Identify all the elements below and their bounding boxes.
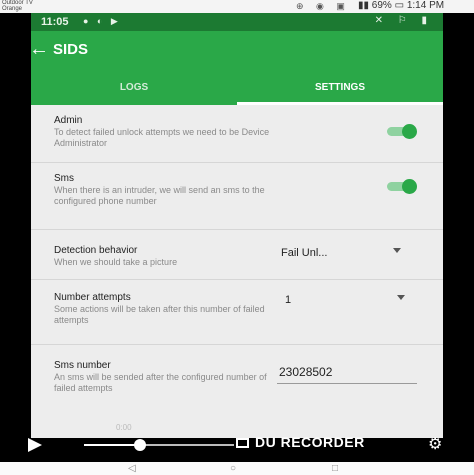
setting-attempts-title: Number attempts — [54, 292, 131, 303]
setting-sms-number-summary: An sms will be sended after the configur… — [54, 372, 267, 393]
setting-detection-summary: When we should take a picture — [54, 257, 178, 267]
setting-sms-title: Sms — [54, 173, 74, 184]
recorder-watermark: DU RECORDER — [236, 434, 365, 450]
seek-progress — [84, 444, 140, 446]
settings-list: Admin To detect failed unlock attempts w… — [31, 105, 443, 438]
setting-admin-title: Admin — [54, 115, 83, 126]
tab-logs[interactable]: LOGS — [31, 71, 237, 105]
phone-clock: 11:05 — [41, 16, 69, 28]
host-status-bar: Outdoor TV Orange ⊕ ◉ ▣ ▮▮ 69% ▭ 1:14 PM — [0, 0, 474, 13]
camera-icon — [236, 438, 249, 448]
gear-icon[interactable]: ⚙ — [428, 434, 442, 454]
setting-sms-number-title: Sms number — [54, 360, 111, 371]
app-bar: ← SIDS — [31, 31, 443, 71]
dropdown-caret-icon — [393, 248, 401, 253]
clock: 1:14 PM — [406, 0, 445, 11]
video-player-bar: DU RECORDER ⚙ — [0, 428, 474, 462]
carrier-label: Outdoor TV Orange — [2, 0, 33, 12]
dropdown-caret-icon — [397, 295, 405, 300]
detection-value: Fail Unl... — [281, 247, 328, 259]
attempts-value: 1 — [285, 294, 292, 306]
tab-bar: LOGS SETTINGS — [31, 71, 443, 105]
admin-toggle-thumb — [402, 124, 417, 139]
notification-icons: ● ◐ ▶ — [83, 16, 121, 26]
back-arrow-icon[interactable]: ← — [31, 39, 49, 59]
setting-detection-title: Detection behavior — [54, 245, 138, 256]
battery-icon: ▭ — [394, 0, 407, 11]
battery-percent: 69% — [371, 0, 392, 11]
setting-sms[interactable]: Sms When there is an intruder, we will s… — [31, 163, 443, 230]
recorder-brand-label: DU RECORDER — [255, 434, 365, 450]
system-icons: ✕ ⚐ ▮ — [374, 15, 433, 26]
setting-detection[interactable]: Detection behavior When we should take a… — [31, 230, 443, 280]
setting-sms-summary: When there is an intruder, we will send … — [54, 185, 265, 206]
setting-admin-summary: To detect failed unlock attempts we need… — [54, 127, 270, 148]
signal-icon: ▮▮ — [358, 0, 372, 11]
sms-toggle-thumb — [402, 179, 417, 194]
nav-back-icon[interactable]: ◁ — [128, 462, 136, 475]
setting-sms-number[interactable]: Sms number An sms will be sended after t… — [31, 345, 443, 417]
app-title: SIDS — [53, 41, 89, 58]
phone-status-bar: 11:05 ● ◐ ▶ ✕ ⚐ ▮ — [31, 13, 443, 31]
host-status-right: ▮▮ 69% ▭ 1:14 PM — [358, 0, 444, 11]
nav-recents-icon[interactable]: □ — [332, 462, 338, 475]
phone-screen: 11:05 ● ◐ ▶ ✕ ⚐ ▮ ← SIDS LOGS SETTINGS A… — [31, 13, 443, 438]
navigation-bar: ◁ ○ □ — [0, 462, 474, 475]
seek-knob[interactable] — [133, 439, 146, 451]
nav-home-icon[interactable]: ○ — [230, 462, 236, 475]
play-icon[interactable] — [28, 438, 42, 452]
attempts-spinner[interactable]: 1 — [285, 292, 405, 310]
setting-attempts[interactable]: Number attempts Some actions will be tak… — [31, 280, 443, 345]
host-status-icons: ⊕ ◉ ▣ — [296, 1, 350, 11]
setting-admin[interactable]: Admin To detect failed unlock attempts w… — [31, 105, 443, 163]
sms-number-input[interactable]: 23028502 — [277, 362, 417, 384]
detection-spinner[interactable]: Fail Unl... — [281, 245, 401, 263]
admin-toggle[interactable] — [385, 124, 417, 139]
tab-settings[interactable]: SETTINGS — [237, 71, 443, 105]
setting-attempts-summary: Some actions will be taken after this nu… — [54, 304, 265, 325]
sms-toggle[interactable] — [385, 179, 417, 194]
